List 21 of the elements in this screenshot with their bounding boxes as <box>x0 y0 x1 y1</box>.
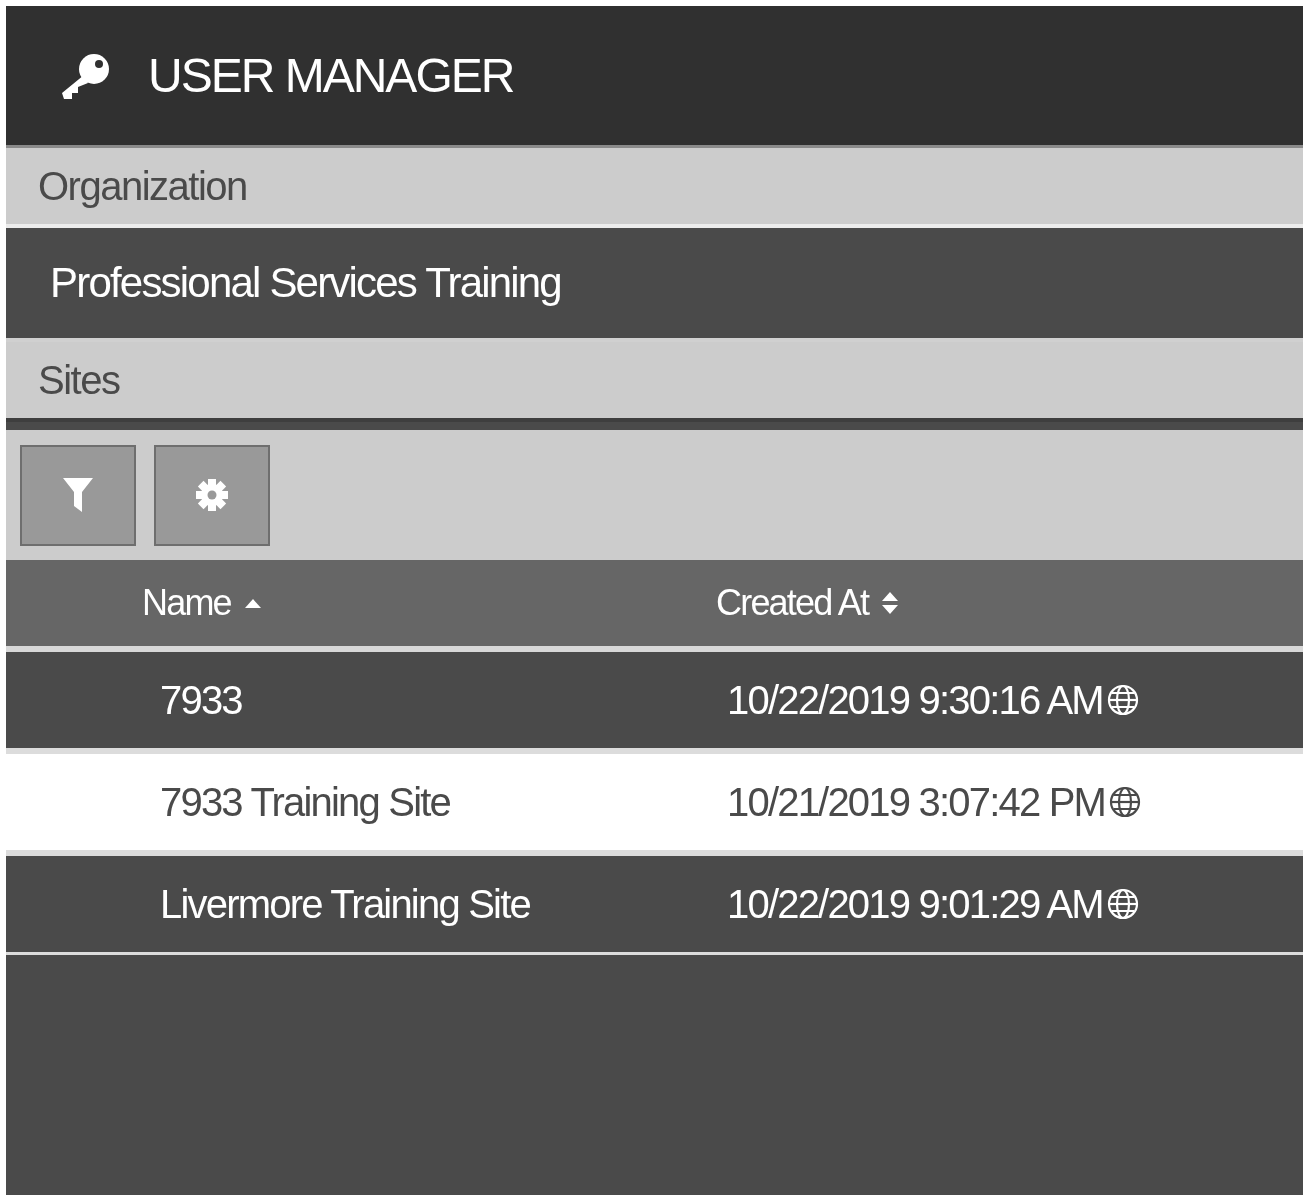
globe-icon <box>1109 786 1142 818</box>
filter-button[interactable] <box>20 444 136 546</box>
table-row[interactable]: Livermore Training Site 10/22/2019 9:01:29 AM <box>6 856 1303 955</box>
app-title: USER MANAGER <box>148 48 514 103</box>
globe-icon <box>1106 888 1139 920</box>
created-at: 10/21/2019 3:07:42 PM <box>727 779 1106 825</box>
settings-button[interactable] <box>154 444 270 546</box>
settings-icon <box>196 479 228 511</box>
table-row[interactable]: 7933 10/22/2019 9:30:16 AM <box>6 652 1303 754</box>
created-at: 10/22/2019 9:30:16 AM <box>727 677 1103 723</box>
column-header[interactable]: Created At <box>716 582 899 624</box>
site-name: 7933 Training Site <box>159 779 452 825</box>
column-header[interactable]: Name <box>142 582 261 624</box>
section-label: Sites <box>38 357 120 403</box>
filter-icon <box>63 478 93 512</box>
section-label: Organization <box>38 163 247 209</box>
globe-icon <box>1106 684 1139 716</box>
site-name: 7933 <box>159 677 243 723</box>
created-at: 10/22/2019 9:01:29 AM <box>727 881 1103 927</box>
organization-name: Professional Services Training <box>50 259 561 307</box>
site-name: Livermore Training Site <box>159 881 531 927</box>
